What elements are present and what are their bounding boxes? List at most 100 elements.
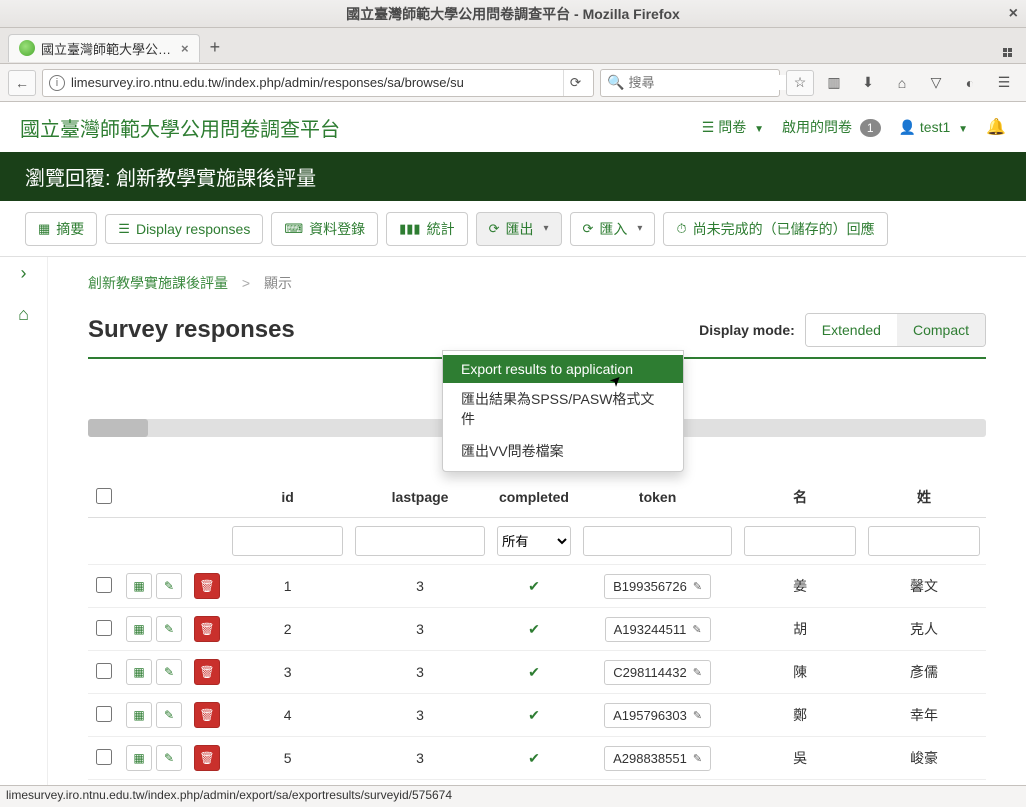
row-checkbox[interactable] [96,749,112,765]
view-button[interactable]: ▦ [126,745,152,771]
row-checkbox[interactable] [96,620,112,636]
breadcrumb-survey-link[interactable]: 創新教學實施課後評量 [88,275,228,291]
select-all-checkbox[interactable] [96,488,112,504]
check-icon: ✔ [528,707,540,723]
filter-firstname-input[interactable] [744,526,856,556]
url-input[interactable] [71,75,563,90]
edit-button[interactable]: ✎ [156,616,182,642]
new-tab-button[interactable]: + [210,37,221,58]
token-pill[interactable]: A193244511✎ [605,617,711,642]
menu-button[interactable]: ☰ [990,70,1018,96]
summary-button[interactable]: ▦摘要 [25,212,97,246]
row-checkbox[interactable] [96,577,112,593]
night-button[interactable]: ◐ [956,70,984,96]
browser-tab[interactable]: 國立臺灣師範大學公… × [8,34,200,62]
edit-button[interactable]: ✎ [156,659,182,685]
page-subtitle-bar: 瀏覽回覆: 創新教學實施課後評量 [0,152,1026,201]
search-bar[interactable]: 🔍 [600,69,780,97]
bookmark-button[interactable]: ☆ [786,70,814,96]
filter-token-input[interactable] [583,526,732,556]
import-button[interactable]: ⟳匯入▾ [570,212,656,246]
cell-firstname: 鄭 [738,694,862,737]
col-lastname[interactable]: 姓 [862,477,986,518]
display-responses-button[interactable]: ☰Display responses [105,214,263,244]
export-icon: ⟳ [489,221,500,237]
edit-button[interactable]: ✎ [156,702,182,728]
filter-id-input[interactable] [232,526,343,556]
sidebar-expand-button[interactable]: › [21,263,27,284]
cell-id: 3 [226,651,349,694]
delete-button[interactable]: 🗑 [194,573,220,599]
filter-completed-select[interactable]: 所有 [497,526,571,556]
cell-id: 1 [226,565,349,608]
overflow-button[interactable] [1003,39,1018,57]
site-info-icon[interactable]: i [49,75,65,91]
row-checkbox[interactable] [96,706,112,722]
check-icon: ✔ [528,621,540,637]
token-pill[interactable]: A298838551✎ [604,746,711,771]
token-pill[interactable]: A195796303✎ [604,703,711,728]
row-checkbox[interactable] [96,663,112,679]
cell-completed: ✔ [491,694,577,737]
home-button[interactable]: ⌂ [888,70,916,96]
downloads-button[interactable]: ⬇ [854,70,882,96]
edit-button[interactable]: ✎ [156,573,182,599]
delete-button[interactable]: 🗑 [194,659,220,685]
filter-lastpage-input[interactable] [355,526,485,556]
app-header: 國立臺灣師範大學公用問卷調查平台 ☰ 問卷 ▼ 啟用的問卷 1 👤 test1 … [0,102,1026,152]
chevron-down-icon: ▼ [754,124,764,135]
export-to-app-item[interactable]: Export results to application [443,355,683,383]
export-button[interactable]: ⟳匯出▾ [476,212,562,246]
delete-button[interactable]: 🗑 [194,616,220,642]
back-button[interactable]: ← [8,70,36,96]
view-button[interactable]: ▦ [126,573,152,599]
cell-lastname: 峻豪 [862,737,986,780]
bell-icon[interactable]: 🔔 [986,117,1006,137]
data-entry-button[interactable]: ⌨資料登錄 [271,212,378,246]
tab-title: 國立臺灣師範大學公… [41,39,171,58]
sidebar-home-button[interactable]: ⌂ [18,304,29,325]
nav-active-surveys[interactable]: 啟用的問卷 1 [782,117,881,137]
col-lastpage[interactable]: lastpage [349,477,491,518]
chevron-down-icon: ▾ [637,223,642,234]
cell-firstname: 胡 [738,608,862,651]
clock-icon: ⏱ [676,221,686,237]
url-bar[interactable]: i ⟳ [42,69,594,97]
scrollbar-thumb[interactable] [88,419,148,437]
view-button[interactable]: ▦ [126,616,152,642]
col-firstname[interactable]: 名 [738,477,862,518]
tab-close-button[interactable]: × [181,41,189,56]
table-row: ▦ ✎ 🗑 3 3 ✔ C298114432✎ 陳 彥儒 [88,651,986,694]
export-spss-item[interactable]: 匯出結果為SPSS/PASW格式文件 [443,383,683,435]
pocket-button[interactable]: ▽ [922,70,950,96]
cell-lastpage: 3 [349,737,491,780]
list-icon: ☰ [702,119,715,135]
library-button[interactable]: ▥ [820,70,848,96]
filter-lastname-input[interactable] [868,526,980,556]
incomplete-button[interactable]: ⏱尚未完成的（已儲存的）回應 [663,212,887,246]
delete-button[interactable]: 🗑 [194,745,220,771]
col-token[interactable]: token [577,477,738,518]
token-pill[interactable]: B199356726✎ [604,574,711,599]
reload-button[interactable]: ⟳ [563,70,587,96]
display-extended-button[interactable]: Extended [806,314,897,346]
token-pill[interactable]: C298114432✎ [604,660,711,685]
view-button[interactable]: ▦ [126,702,152,728]
nav-surveys[interactable]: ☰ 問卷 ▼ [702,117,764,137]
display-compact-button[interactable]: Compact [897,314,985,346]
nav-user[interactable]: 👤 test1 ▼ [899,119,968,136]
view-button[interactable]: ▦ [126,659,152,685]
app-title[interactable]: 國立臺灣師範大學公用問卷調查平台 [20,113,340,142]
export-dropdown: Export results to application 匯出結果為SPSS/… [442,350,684,472]
export-vv-item[interactable]: 匯出VV問卷檔案 [443,435,683,467]
stats-button[interactable]: ▮▮▮統計 [386,212,467,246]
edit-button[interactable]: ✎ [156,745,182,771]
table-row: ▦ ✎ 🗑 1 3 ✔ B199356726✎ 姜 馨文 [88,565,986,608]
cell-completed: ✔ [491,651,577,694]
search-input[interactable] [628,75,804,90]
cell-lastname: 幸年 [862,694,986,737]
delete-button[interactable]: 🗑 [194,702,220,728]
col-id[interactable]: id [226,477,349,518]
os-close-button[interactable]: × [1009,5,1018,23]
col-completed[interactable]: completed [491,477,577,518]
